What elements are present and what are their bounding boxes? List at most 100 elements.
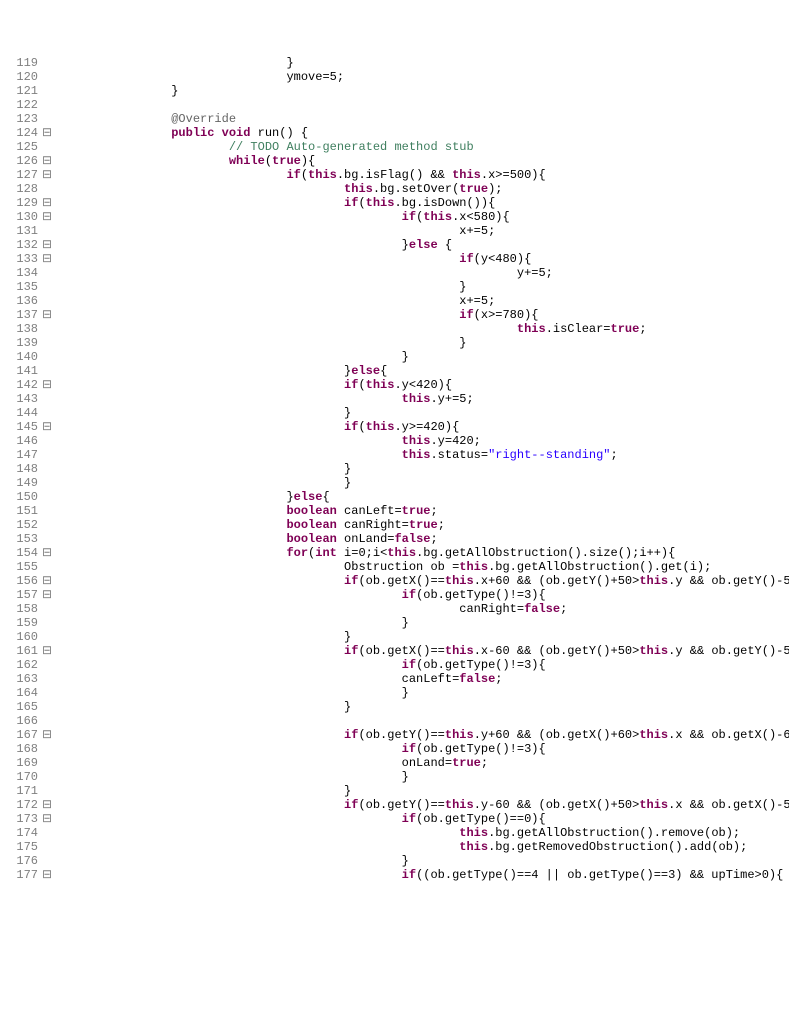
line-number: 172 bbox=[0, 798, 38, 812]
code-line[interactable]: } bbox=[56, 686, 789, 700]
fold-spacer bbox=[42, 476, 56, 490]
line-number: 120 bbox=[0, 70, 38, 84]
code-line[interactable]: if(this.bg.isFlag() && this.x>=500){ bbox=[56, 168, 789, 182]
fold-gutter[interactable]: ⊟ ⊟⊟ ⊟⊟ ⊟⊟ ⊟ ⊟ ⊟ ⊟ ⊟⊟ ⊟ ⊟ ⊟⊟ ⊟ bbox=[42, 56, 56, 944]
fold-collapse-icon[interactable]: ⊟ bbox=[42, 378, 56, 392]
code-line[interactable]: if(ob.getType()==0){ bbox=[56, 812, 789, 826]
code-content[interactable]: } ymove=5; } @Override public void run()… bbox=[56, 56, 789, 944]
code-line[interactable]: if(this.bg.isDown()){ bbox=[56, 196, 789, 210]
fold-collapse-icon[interactable]: ⊟ bbox=[42, 168, 56, 182]
code-line[interactable]: if(this.y<420){ bbox=[56, 378, 789, 392]
code-line[interactable] bbox=[56, 98, 789, 112]
code-line[interactable]: this.bg.setOver(true); bbox=[56, 182, 789, 196]
code-line[interactable]: } bbox=[56, 616, 789, 630]
fold-collapse-icon[interactable]: ⊟ bbox=[42, 868, 56, 882]
fold-collapse-icon[interactable]: ⊟ bbox=[42, 728, 56, 742]
code-line[interactable]: } bbox=[56, 854, 789, 868]
fold-collapse-icon[interactable]: ⊟ bbox=[42, 574, 56, 588]
code-line[interactable]: if(ob.getY()==this.y+60 && (ob.getX()+60… bbox=[56, 728, 789, 742]
code-line[interactable]: y+=5; bbox=[56, 266, 789, 280]
fold-collapse-icon[interactable]: ⊟ bbox=[42, 308, 56, 322]
code-line[interactable]: if(this.y>=420){ bbox=[56, 420, 789, 434]
fold-spacer bbox=[42, 784, 56, 798]
code-line[interactable]: } bbox=[56, 84, 789, 98]
fold-spacer bbox=[42, 658, 56, 672]
code-line[interactable]: for(int i=0;i<this.bg.getAllObstruction(… bbox=[56, 546, 789, 560]
code-line[interactable]: @Override bbox=[56, 112, 789, 126]
fold-collapse-icon[interactable]: ⊟ bbox=[42, 126, 56, 140]
code-line[interactable]: this.y=420; bbox=[56, 434, 789, 448]
code-line[interactable]: } bbox=[56, 784, 789, 798]
code-line[interactable]: ymove=5; bbox=[56, 70, 789, 84]
code-line[interactable]: if(ob.getType()!=3){ bbox=[56, 658, 789, 672]
line-number: 122 bbox=[0, 98, 38, 112]
code-line[interactable]: } bbox=[56, 350, 789, 364]
code-line[interactable]: this.bg.getAllObstruction().remove(ob); bbox=[56, 826, 789, 840]
code-line[interactable]: this.bg.getRemovedObstruction().add(ob); bbox=[56, 840, 789, 854]
line-number: 166 bbox=[0, 714, 38, 728]
line-number: 140 bbox=[0, 350, 38, 364]
fold-collapse-icon[interactable]: ⊟ bbox=[42, 812, 56, 826]
code-line[interactable]: this.y+=5; bbox=[56, 392, 789, 406]
line-number: 141 bbox=[0, 364, 38, 378]
fold-collapse-icon[interactable]: ⊟ bbox=[42, 420, 56, 434]
fold-spacer bbox=[42, 518, 56, 532]
code-line[interactable]: Obstruction ob =this.bg.getAllObstructio… bbox=[56, 560, 789, 574]
line-number: 153 bbox=[0, 532, 38, 546]
code-line[interactable]: }else{ bbox=[56, 364, 789, 378]
fold-collapse-icon[interactable]: ⊟ bbox=[42, 252, 56, 266]
code-line[interactable]: } bbox=[56, 280, 789, 294]
code-line[interactable]: } bbox=[56, 700, 789, 714]
code-line[interactable]: this.status="right--standing"; bbox=[56, 448, 789, 462]
line-number: 143 bbox=[0, 392, 38, 406]
code-line[interactable]: this.isClear=true; bbox=[56, 322, 789, 336]
code-line[interactable]: canRight=false; bbox=[56, 602, 789, 616]
code-line[interactable]: } bbox=[56, 476, 789, 490]
fold-collapse-icon[interactable]: ⊟ bbox=[42, 546, 56, 560]
code-line[interactable]: if(ob.getType()!=3){ bbox=[56, 588, 789, 602]
code-line[interactable]: boolean onLand=false; bbox=[56, 532, 789, 546]
code-line[interactable]: if(x>=780){ bbox=[56, 308, 789, 322]
code-line[interactable]: if(ob.getX()==this.x+60 && (ob.getY()+50… bbox=[56, 574, 789, 588]
code-line[interactable]: canLeft=false; bbox=[56, 672, 789, 686]
code-line[interactable]: } bbox=[56, 770, 789, 784]
code-line[interactable]: }else { bbox=[56, 238, 789, 252]
line-number: 127 bbox=[0, 168, 38, 182]
code-line[interactable]: } bbox=[56, 406, 789, 420]
fold-collapse-icon[interactable]: ⊟ bbox=[42, 588, 56, 602]
code-editor[interactable]: 1191201211221231241251261271281291301311… bbox=[0, 56, 789, 944]
fold-collapse-icon[interactable]: ⊟ bbox=[42, 196, 56, 210]
code-line[interactable]: } bbox=[56, 630, 789, 644]
code-line[interactable]: } bbox=[56, 336, 789, 350]
fold-collapse-icon[interactable]: ⊟ bbox=[42, 798, 56, 812]
code-line[interactable]: if(this.x<580){ bbox=[56, 210, 789, 224]
code-line[interactable]: onLand=true; bbox=[56, 756, 789, 770]
fold-collapse-icon[interactable]: ⊟ bbox=[42, 238, 56, 252]
fold-spacer bbox=[42, 336, 56, 350]
line-number: 144 bbox=[0, 406, 38, 420]
code-line[interactable] bbox=[56, 714, 789, 728]
fold-collapse-icon[interactable]: ⊟ bbox=[42, 210, 56, 224]
code-line[interactable]: while(true){ bbox=[56, 154, 789, 168]
fold-collapse-icon[interactable]: ⊟ bbox=[42, 644, 56, 658]
line-number: 147 bbox=[0, 448, 38, 462]
code-line[interactable]: if(ob.getY()==this.y-60 && (ob.getX()+50… bbox=[56, 798, 789, 812]
line-number: 177 bbox=[0, 868, 38, 882]
code-line[interactable]: if(ob.getX()==this.x-60 && (ob.getY()+50… bbox=[56, 644, 789, 658]
code-line[interactable]: x+=5; bbox=[56, 224, 789, 238]
line-number: 128 bbox=[0, 182, 38, 196]
fold-spacer bbox=[42, 700, 56, 714]
code-line[interactable]: if((ob.getType()==4 || ob.getType()==3) … bbox=[56, 868, 789, 882]
code-line[interactable]: } bbox=[56, 462, 789, 476]
code-line[interactable]: } bbox=[56, 56, 789, 70]
code-line[interactable]: x+=5; bbox=[56, 294, 789, 308]
code-line[interactable]: boolean canRight=true; bbox=[56, 518, 789, 532]
code-line[interactable]: public void run() { bbox=[56, 126, 789, 140]
code-line[interactable]: boolean canLeft=true; bbox=[56, 504, 789, 518]
code-line[interactable]: if(y<480){ bbox=[56, 252, 789, 266]
code-line[interactable]: if(ob.getType()!=3){ bbox=[56, 742, 789, 756]
code-line[interactable]: // TODO Auto-generated method stub bbox=[56, 140, 789, 154]
code-line[interactable]: }else{ bbox=[56, 490, 789, 504]
fold-collapse-icon[interactable]: ⊟ bbox=[42, 154, 56, 168]
line-number: 148 bbox=[0, 462, 38, 476]
